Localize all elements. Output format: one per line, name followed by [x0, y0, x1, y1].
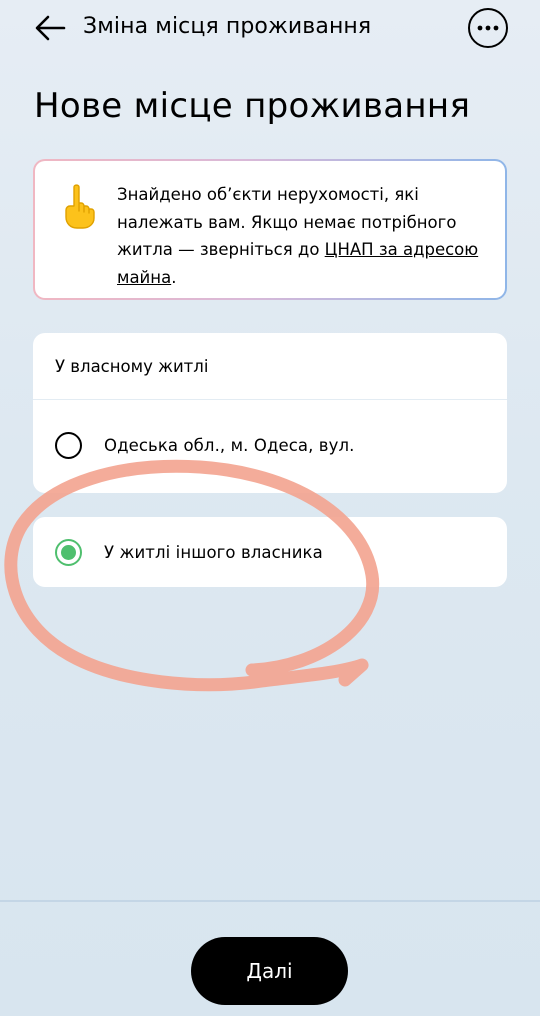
other-owner-radio[interactable] [55, 538, 82, 566]
own-housing-card: У власному житлі Одеська обл., м. Одеса,… [33, 333, 507, 493]
other-owner-option[interactable]: У житлі іншого власника [33, 517, 507, 587]
radio-selected-dot [61, 544, 76, 560]
next-button[interactable]: Далі [191, 937, 348, 1005]
more-button[interactable] [468, 8, 508, 48]
top-bar: Зміна місця проживання [0, 0, 540, 56]
back-button[interactable] [30, 10, 70, 46]
address-option[interactable]: Одеська обл., м. Одеса, вул. [33, 400, 507, 490]
footer-divider [0, 900, 540, 902]
arrow-left-icon [35, 15, 66, 41]
address-option-label: Одеська обл., м. Одеса, вул. [104, 435, 355, 455]
more-horizontal-icon [477, 25, 499, 31]
notice-text-end: . [171, 267, 177, 287]
other-owner-card: У житлі іншого власника [33, 517, 507, 587]
info-notice-body: Знайдено об’єкти нерухомості, які належа… [35, 161, 505, 298]
own-housing-header: У власному житлі [33, 333, 507, 400]
page-title: Нове місце проживання [34, 86, 471, 126]
other-owner-option-label: У житлі іншого власника [104, 542, 323, 562]
header-title: Зміна місця проживання [83, 14, 372, 39]
info-notice: Знайдено об’єкти нерухомості, які належа… [33, 159, 507, 300]
notice-text: Знайдено об’єкти нерухомості, які належа… [117, 181, 493, 291]
address-radio[interactable] [55, 431, 82, 459]
pointing-up-hand-icon [65, 184, 95, 229]
